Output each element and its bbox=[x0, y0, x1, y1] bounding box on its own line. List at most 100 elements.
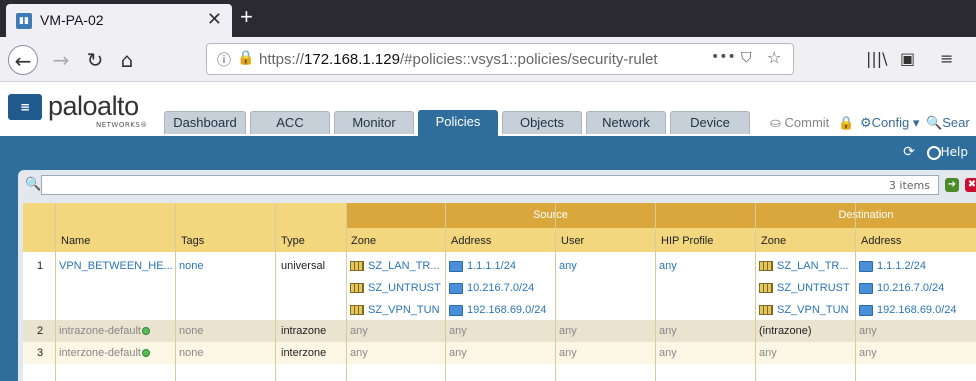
source-zone-link[interactable]: SZ_VPN_TUN bbox=[350, 304, 440, 316]
hip-profile: any bbox=[659, 347, 677, 359]
destination-address-link[interactable]: 10.216.7.0/24 bbox=[859, 282, 944, 294]
destination-address-link[interactable]: 1.1.1.2/24 bbox=[859, 260, 926, 272]
config-button[interactable]: ⚙Config ▾ bbox=[860, 115, 919, 131]
page-actions-icon[interactable]: ••• bbox=[711, 49, 736, 65]
rule-tags: none bbox=[179, 325, 204, 337]
address-bar[interactable]: ⓘ 🔒 https://172.168.1.129/#policies::vsy… bbox=[206, 43, 794, 75]
rule-name-link[interactable]: interzone-default bbox=[59, 347, 150, 359]
col-divider bbox=[655, 203, 656, 381]
close-tab-icon[interactable]: ✕ bbox=[207, 9, 222, 30]
zone-icon bbox=[350, 261, 364, 272]
zone-icon bbox=[759, 305, 773, 316]
col-hip-profile[interactable]: HIP Profile bbox=[661, 235, 713, 247]
address-icon bbox=[859, 260, 873, 272]
browser-tab[interactable]: ▮▮ VM-PA-02 ✕ bbox=[6, 4, 232, 37]
brand-name: paloalto bbox=[48, 91, 139, 121]
col-divider bbox=[755, 203, 756, 381]
default-rule-icon bbox=[141, 349, 150, 358]
source-zone-link[interactable]: SZ_LAN_TR... bbox=[350, 260, 440, 272]
zone-icon bbox=[350, 305, 364, 316]
col-name[interactable]: Name bbox=[61, 235, 90, 247]
col-type[interactable]: Type bbox=[281, 235, 305, 247]
address-icon bbox=[859, 282, 873, 294]
navigation-bar: ← → ↻ ⌂ ⓘ 🔒 https://172.168.1.129/#polic… bbox=[0, 37, 976, 82]
rule-type: intrazone bbox=[281, 325, 327, 337]
tab-acc[interactable]: ACC bbox=[250, 111, 330, 134]
forward-arrow-icon[interactable]: → bbox=[46, 45, 76, 75]
back-arrow-icon[interactable]: ← bbox=[8, 45, 38, 75]
menu-icon[interactable]: ≡ bbox=[940, 49, 953, 68]
destination-zone-link[interactable]: SZ_LAN_TR... bbox=[759, 260, 849, 272]
tab-objects[interactable]: Objects bbox=[502, 111, 582, 134]
browser-tab-title: VM-PA-02 bbox=[40, 12, 104, 28]
rule-tags[interactable]: none bbox=[179, 260, 203, 272]
destination-address-link[interactable]: 192.168.69.0/24 bbox=[859, 304, 957, 316]
sidebar-icon[interactable]: ▣ bbox=[900, 49, 915, 68]
filter-input[interactable]: 3 items bbox=[41, 175, 939, 195]
filter-row: 🔍 3 items ➜ ✖ bbox=[23, 175, 976, 197]
source-user[interactable]: any bbox=[559, 260, 577, 272]
rule-type: interzone bbox=[281, 347, 327, 359]
rule-name-link[interactable]: VPN_BETWEEN_HE... bbox=[59, 260, 173, 272]
lock-icon[interactable]: 🔒 bbox=[838, 115, 854, 131]
source-user: any bbox=[559, 325, 577, 337]
row-number: 3 bbox=[37, 347, 44, 359]
info-icon[interactable]: ⓘ bbox=[217, 50, 231, 70]
apply-filter-icon[interactable]: ➜ bbox=[945, 178, 959, 192]
rule-tags: none bbox=[179, 347, 204, 359]
col-divider bbox=[555, 203, 556, 381]
brand-sub: NETWORKS® bbox=[96, 121, 148, 129]
destination-zone-link[interactable]: SZ_UNTRUST bbox=[759, 282, 850, 294]
col-source-user[interactable]: User bbox=[561, 235, 584, 247]
bookmark-star-icon[interactable]: ☆ bbox=[767, 48, 781, 67]
address-icon bbox=[449, 282, 463, 294]
row-number: 1 bbox=[37, 260, 44, 272]
rule-name-link[interactable]: intrazone-default bbox=[59, 325, 150, 337]
security-rules-table: Source Destination Name Tags Type Zone A… bbox=[23, 203, 976, 381]
source-address-link[interactable]: 10.216.7.0/24 bbox=[449, 282, 534, 294]
tab-device[interactable]: Device bbox=[670, 111, 750, 134]
hip-profile: any bbox=[659, 325, 677, 337]
col-source-zone[interactable]: Zone bbox=[351, 235, 376, 247]
commit-button[interactable]: ⛀ Commit bbox=[770, 115, 829, 131]
tab-monitor[interactable]: Monitor bbox=[334, 111, 414, 134]
destination-zone: any bbox=[759, 347, 777, 359]
source-address-link[interactable]: 1.1.1.1/24 bbox=[449, 260, 516, 272]
help-link[interactable]: Help bbox=[941, 145, 968, 159]
tab-network[interactable]: Network bbox=[586, 111, 666, 134]
reload-icon[interactable]: ↻ bbox=[80, 45, 110, 75]
zone-icon bbox=[350, 283, 364, 294]
refresh-icon[interactable]: ⟳ bbox=[903, 144, 915, 160]
destination-zone-link[interactable]: SZ_VPN_TUN bbox=[759, 304, 849, 316]
col-source-address[interactable]: Address bbox=[451, 235, 491, 247]
source-address-link[interactable]: 192.168.69.0/24 bbox=[449, 304, 547, 316]
lock-warning-icon[interactable]: 🔒 bbox=[237, 50, 254, 66]
pocket-icon[interactable]: ⛉ bbox=[741, 50, 752, 66]
source-zone: any bbox=[350, 325, 368, 337]
hip-profile[interactable]: any bbox=[659, 260, 677, 272]
site-favicon-icon: ▮▮ bbox=[16, 13, 32, 29]
home-icon[interactable]: ⌂ bbox=[112, 45, 142, 75]
search-button[interactable]: 🔍Sear bbox=[926, 115, 970, 131]
col-destination-zone[interactable]: Zone bbox=[761, 235, 786, 247]
source-user: any bbox=[559, 347, 577, 359]
col-destination-address[interactable]: Address bbox=[861, 235, 901, 247]
filter-search-icon: 🔍 bbox=[25, 177, 42, 192]
col-tags[interactable]: Tags bbox=[181, 235, 204, 247]
library-icon[interactable]: |||\ bbox=[866, 49, 888, 68]
search-icon: 🔍 bbox=[926, 115, 943, 130]
col-divider bbox=[55, 203, 56, 381]
clear-filter-icon[interactable]: ✖ bbox=[965, 178, 976, 192]
source-zone: any bbox=[350, 347, 368, 359]
new-tab-button[interactable]: + bbox=[240, 4, 253, 30]
source-zone-link[interactable]: SZ_UNTRUST bbox=[350, 282, 441, 294]
help-toolbar: ⟳ Help bbox=[903, 144, 968, 160]
tab-policies[interactable]: Policies bbox=[418, 110, 498, 136]
table-row-2-bg bbox=[23, 320, 976, 342]
tab-dashboard[interactable]: Dashboard bbox=[164, 111, 246, 134]
commit-label: Commit bbox=[784, 115, 830, 130]
rule-type: universal bbox=[281, 260, 326, 272]
paloalto-logo: ≡ paloalto NETWORKS® bbox=[8, 91, 147, 129]
url-text[interactable]: https://172.168.1.129/#policies::vsys1::… bbox=[259, 51, 658, 68]
help-icon[interactable] bbox=[926, 145, 941, 160]
